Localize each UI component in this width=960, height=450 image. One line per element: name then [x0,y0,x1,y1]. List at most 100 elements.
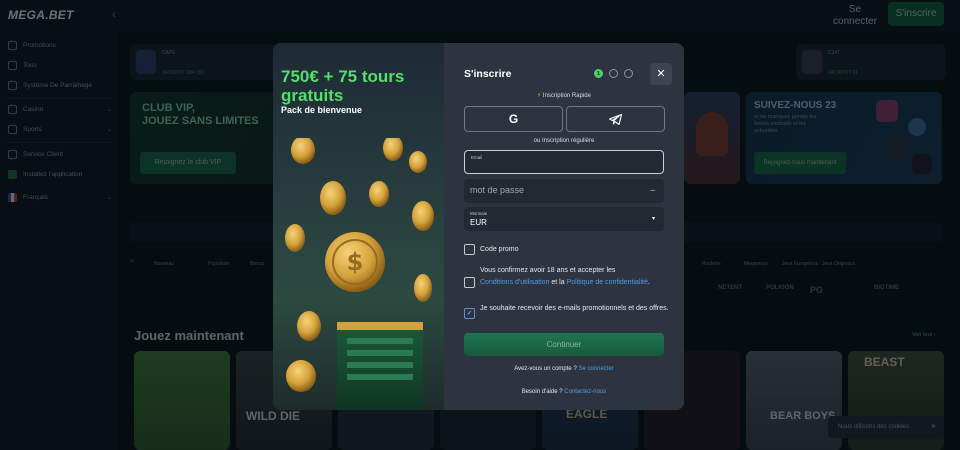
game-title: BEAST [864,355,905,369]
search-icon[interactable]: ⌕ [130,256,134,266]
category-popular[interactable]: Populaire [208,256,229,272]
newsletter-label: Je souhaite recevoir des e-mails promoti… [480,305,669,312]
terms-label: Vous confirmez avoir 18 ans et accepter … [480,265,670,288]
banner-title-line: CLUB VIP, [142,102,195,114]
category-european[interactable]: Jeux Européens [782,256,818,272]
newsletter-checkbox[interactable]: ✓ [464,308,475,319]
promo-banner[interactable] [684,92,740,184]
close-button[interactable]: ✕ [650,63,672,85]
ball-icon [8,125,17,134]
users-icon [8,81,17,90]
continue-button[interactable]: Continuer [464,333,664,356]
provider-logo[interactable]: PG [810,285,823,295]
regular-signup-label: ou Inscription régulière [533,138,595,144]
login-link[interactable]: Se connecter [826,4,884,28]
game-thumbnail [136,50,156,74]
login-link[interactable]: Se connecter [578,366,613,372]
game-title: WILD DIE [246,409,300,423]
category-megaways[interactable]: Megaways [744,256,768,272]
modal-title: S'inscrire [464,68,512,80]
sidebar-item-sports[interactable]: Sports ⌄ [8,125,112,134]
step-indicator-active: 1 [594,69,603,78]
jackpot-value: JACKPOT 384 097 [162,70,205,76]
terms-checkbox[interactable] [464,277,475,288]
banner-text: et ne manquez jamais les [754,114,817,120]
google-signup-button[interactable]: G [464,106,563,132]
sidebar-item-tous[interactable]: Tous [8,61,112,70]
game-thumbnail [802,50,822,74]
password-field[interactable]: mot de passe ••• [464,179,664,203]
signup-button[interactable]: S'inscrire [888,2,944,26]
promo-code-checkbox[interactable] [464,244,475,255]
cookie-text: Nous utilisons des cookies [838,424,909,430]
chevron-down-icon: ⌄ [106,107,112,113]
jackpot-card[interactable]: C347 JACKPOT 91 [796,44,946,80]
currency-select[interactable]: Monnaie EUR ▾ [464,207,664,231]
instagram-icon[interactable] [876,100,898,122]
tiktok-icon[interactable] [912,154,932,174]
section-title: Jouez maintenant [134,328,244,343]
jackpot-label: CAPE [162,50,176,56]
contact-link[interactable]: Contactez-nous [564,389,606,395]
sidebar-item-label: Installez l'application [23,171,83,178]
telegram-signup-button[interactable] [566,106,665,132]
sidebar-collapse-button[interactable]: ‹ [112,7,116,21]
signup-form: S'inscrire 1 ✕ ⚡ Inscription Rapide G ou… [444,43,684,410]
step-indicator [624,69,633,78]
terms-of-use-link[interactable]: Conditions d'utilisation [480,279,549,286]
phone-icon [8,170,17,179]
game-title: BEAR BOYS [770,410,836,422]
provider-logo[interactable]: BIGTIME [874,285,899,291]
coins-illustration: $ [285,138,434,410]
banner-text: bonus exclusifs et les [754,121,807,127]
category-new[interactable]: Nouveau [154,256,174,272]
close-icon[interactable]: ✕ [931,416,936,438]
quick-signup-label: ⚡ Inscription Rapide [444,92,684,99]
vip-banner[interactable]: CLUB VIP, JOUEZ SANS LIMITES Rejoignez l… [130,92,280,184]
social-banner[interactable]: SUIVEZ-NOUS 23 et ne manquez jamais les … [746,92,942,184]
join-us-button[interactable]: Rejoignez-nous maintenant [754,152,846,174]
jackpot-card[interactable]: CAPE JACKPOT 384 097 [130,44,280,80]
top-bar: MEGA.BET ‹ Se connecter S'inscrire [0,0,960,32]
chevron-down-icon: ⌄ [106,195,112,201]
sidebar-item-label: Promotions [23,42,56,49]
banner-title-line: JOUEZ SANS LIMITES [142,115,259,127]
svg-text:$: $ [347,248,364,276]
category-originals[interactable]: Jeux Originaux [822,256,855,272]
category-roulette[interactable]: Roulette [702,256,721,272]
step-indicator [609,69,618,78]
sidebar-item-label: Service Client [23,151,64,158]
show-password-icon[interactable]: ••• [650,188,655,193]
terms-text: et la [549,278,567,286]
jackpot-value: JACKPOT 91 [828,70,858,76]
category-bonus[interactable]: Bonus [250,256,264,272]
provider-logo[interactable]: NETENT [718,285,742,291]
sidebar-item-language[interactable]: Français ⌄ [8,193,112,202]
sidebar-item-promotions[interactable]: Promotions [8,41,112,50]
sidebar-item-support[interactable]: Service Client [8,150,112,159]
headset-icon [8,150,17,159]
divider [6,142,112,143]
sidebar-item-label: Tous [23,62,37,69]
privacy-policy-link[interactable]: Politique de confidentialité [567,279,648,286]
terms-text: Vous confirmez avoir 18 ans et accepter … [480,267,616,274]
logo[interactable]: MEGA.BET [8,8,74,22]
telegram-icon[interactable] [908,118,926,136]
promo-subtitle: Pack de bienvenue [281,105,363,115]
casino-icon [8,105,17,114]
need-help-text: Besoin d'aide ? [521,389,565,395]
x-icon[interactable] [886,136,908,158]
join-vip-button[interactable]: Rejoignez le club VIP [140,152,236,174]
sidebar-item-casino[interactable]: Casino ⌄ [8,105,112,114]
banner-text: actualités [754,128,778,134]
provider-logo[interactable]: POLIGON [766,285,794,291]
email-field[interactable]: Email [464,150,664,174]
chevron-down-icon: ⌄ [106,127,112,133]
sidebar-item-install-app[interactable]: Installez l'application [8,170,112,179]
sidebar-item-referral[interactable]: Système De Parrainage [8,81,112,90]
game-tile[interactable] [134,351,230,450]
gift-icon [8,41,17,50]
currency-value: EUR [470,218,487,227]
divider [6,98,112,99]
view-all-link[interactable]: Voir tout › [912,332,936,338]
